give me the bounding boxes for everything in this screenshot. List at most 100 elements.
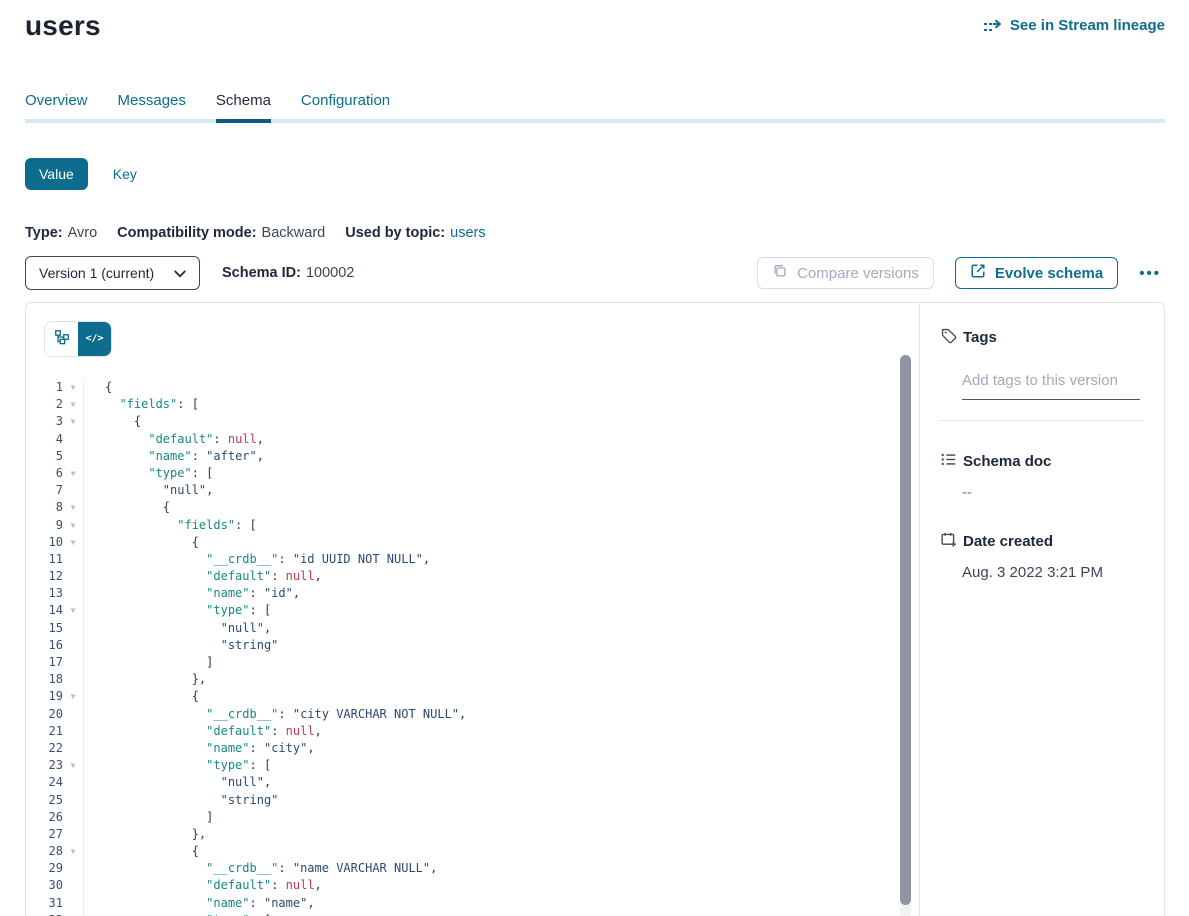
line-number: 29 [26,860,63,877]
code-text: { [84,843,199,860]
line-number: 28 [26,843,63,860]
code-line: 30 "default": null, [26,877,919,894]
tree-view-button[interactable] [45,322,78,356]
fold-toggle-icon[interactable]: ▼ [63,396,84,413]
code-line: 3▼ { [26,413,919,430]
code-line: 19▼ { [26,688,919,705]
code-text: "name": "city", [84,740,315,757]
line-number: 8 [26,499,63,516]
value-tab-button[interactable]: Value [25,158,88,190]
stream-lineage-link[interactable]: See in Stream lineage [983,17,1165,34]
fold-gutter [63,895,84,912]
edit-icon [970,263,986,283]
fold-gutter [63,877,84,894]
tab-configuration[interactable]: Configuration [301,92,390,119]
code-text: { [84,688,199,705]
code-text: "fields": [ [84,517,257,534]
code-text: { [84,379,112,396]
code-line: 31 "name": "name", [26,895,919,912]
code-line: 15 "null", [26,620,919,637]
line-number: 11 [26,551,63,568]
schema-meta: Type:Avro Compatibility mode:Backward Us… [25,225,1165,241]
fold-toggle-icon[interactable]: ▼ [63,688,84,705]
fold-gutter [63,860,84,877]
schema-doc-title: Schema doc [963,453,1051,470]
tab-schema[interactable]: Schema [216,92,271,119]
code-line: 8▼ { [26,499,919,516]
code-text: "default": null, [84,877,322,894]
version-select-value: Version 1 (current) [39,265,154,281]
code-text: "name": "after", [84,448,264,465]
schema-doc-header: Schema doc [940,451,1144,472]
line-number: 12 [26,568,63,585]
fold-gutter [63,620,84,637]
fold-toggle-icon[interactable]: ▼ [63,534,84,551]
evolve-schema-label: Evolve schema [995,265,1103,282]
code-line: 28▼ { [26,843,919,860]
code-editor[interactable]: 1▼{2▼ "fields": [3▼ {4 "default": null,5… [26,379,919,916]
meta-compatibility-label: Compatibility mode: [117,225,256,241]
line-number: 23 [26,757,63,774]
code-text: "default": null, [84,723,322,740]
fold-toggle-icon[interactable]: ▼ [63,499,84,516]
fold-toggle-icon[interactable]: ▼ [63,465,84,482]
key-tab-link[interactable]: Key [113,166,137,182]
line-number: 15 [26,620,63,637]
fold-toggle-icon[interactable]: ▼ [63,517,84,534]
schema-doc-section: Schema doc -- [940,451,1144,501]
evolve-schema-button[interactable]: Evolve schema [955,257,1118,289]
code-line: 24 "null", [26,774,919,791]
line-number: 6 [26,465,63,482]
line-number: 17 [26,654,63,671]
fold-gutter [63,637,84,654]
code-line: 29 "__crdb__": "name VARCHAR NULL", [26,860,919,877]
fold-toggle-icon[interactable]: ▼ [63,379,84,396]
meta-topic-link[interactable]: users [450,225,485,241]
code-text: "name": "id", [84,585,300,602]
tab-overview[interactable]: Overview [25,92,88,119]
meta-compatibility: Compatibility mode:Backward [117,225,325,241]
fold-gutter [63,585,84,602]
code-line: 14▼ "type": [ [26,602,919,619]
code-line: 25 "string" [26,792,919,809]
stream-lineage-icon [983,18,1002,34]
tab-underline-bar [25,119,1165,123]
fold-toggle-icon[interactable]: ▼ [63,602,84,619]
line-number: 5 [26,448,63,465]
chevron-down-icon [174,265,186,281]
code-text: "fields": [ [84,396,199,413]
fold-toggle-icon[interactable]: ▼ [63,843,84,860]
topbar: users See in Stream lineage [25,0,1165,43]
line-number: 22 [26,740,63,757]
line-number: 16 [26,637,63,654]
tab-messages[interactable]: Messages [118,92,186,119]
line-number: 21 [26,723,63,740]
page-title: users [25,9,101,43]
code-line: 6▼ "type": [ [26,465,919,482]
code-line: 26 ] [26,809,919,826]
editor-scrollbar-thumb[interactable] [900,355,911,905]
schema-id: Schema ID:100002 [222,265,354,281]
meta-topic-label: Used by topic: [345,225,445,241]
fold-toggle-icon[interactable]: ▼ [63,912,84,916]
fold-gutter [63,740,84,757]
fold-toggle-icon[interactable]: ▼ [63,413,84,430]
line-number: 3 [26,413,63,430]
more-menu-button[interactable]: ••• [1135,265,1165,282]
tags-title: Tags [963,329,997,346]
fold-gutter [63,448,84,465]
schema-page: users See in Stream lineage Overview Mes… [0,0,1189,916]
code-line: 11 "__crdb__": "id UUID NOT NULL", [26,551,919,568]
code-text: "default": null, [84,568,322,585]
code-text: "type": [ [84,912,271,916]
fold-toggle-icon[interactable]: ▼ [63,757,84,774]
editor-scrollbar-track[interactable] [900,355,911,916]
compare-versions-button[interactable]: Compare versions [757,257,934,289]
code-text: "string" [84,792,278,809]
code-line: 21 "default": null, [26,723,919,740]
tags-section-header: Tags [940,327,1144,348]
tags-input[interactable] [962,372,1140,400]
line-number: 30 [26,877,63,894]
code-view-button[interactable]: </> [78,322,111,356]
version-select[interactable]: Version 1 (current) [25,256,200,290]
